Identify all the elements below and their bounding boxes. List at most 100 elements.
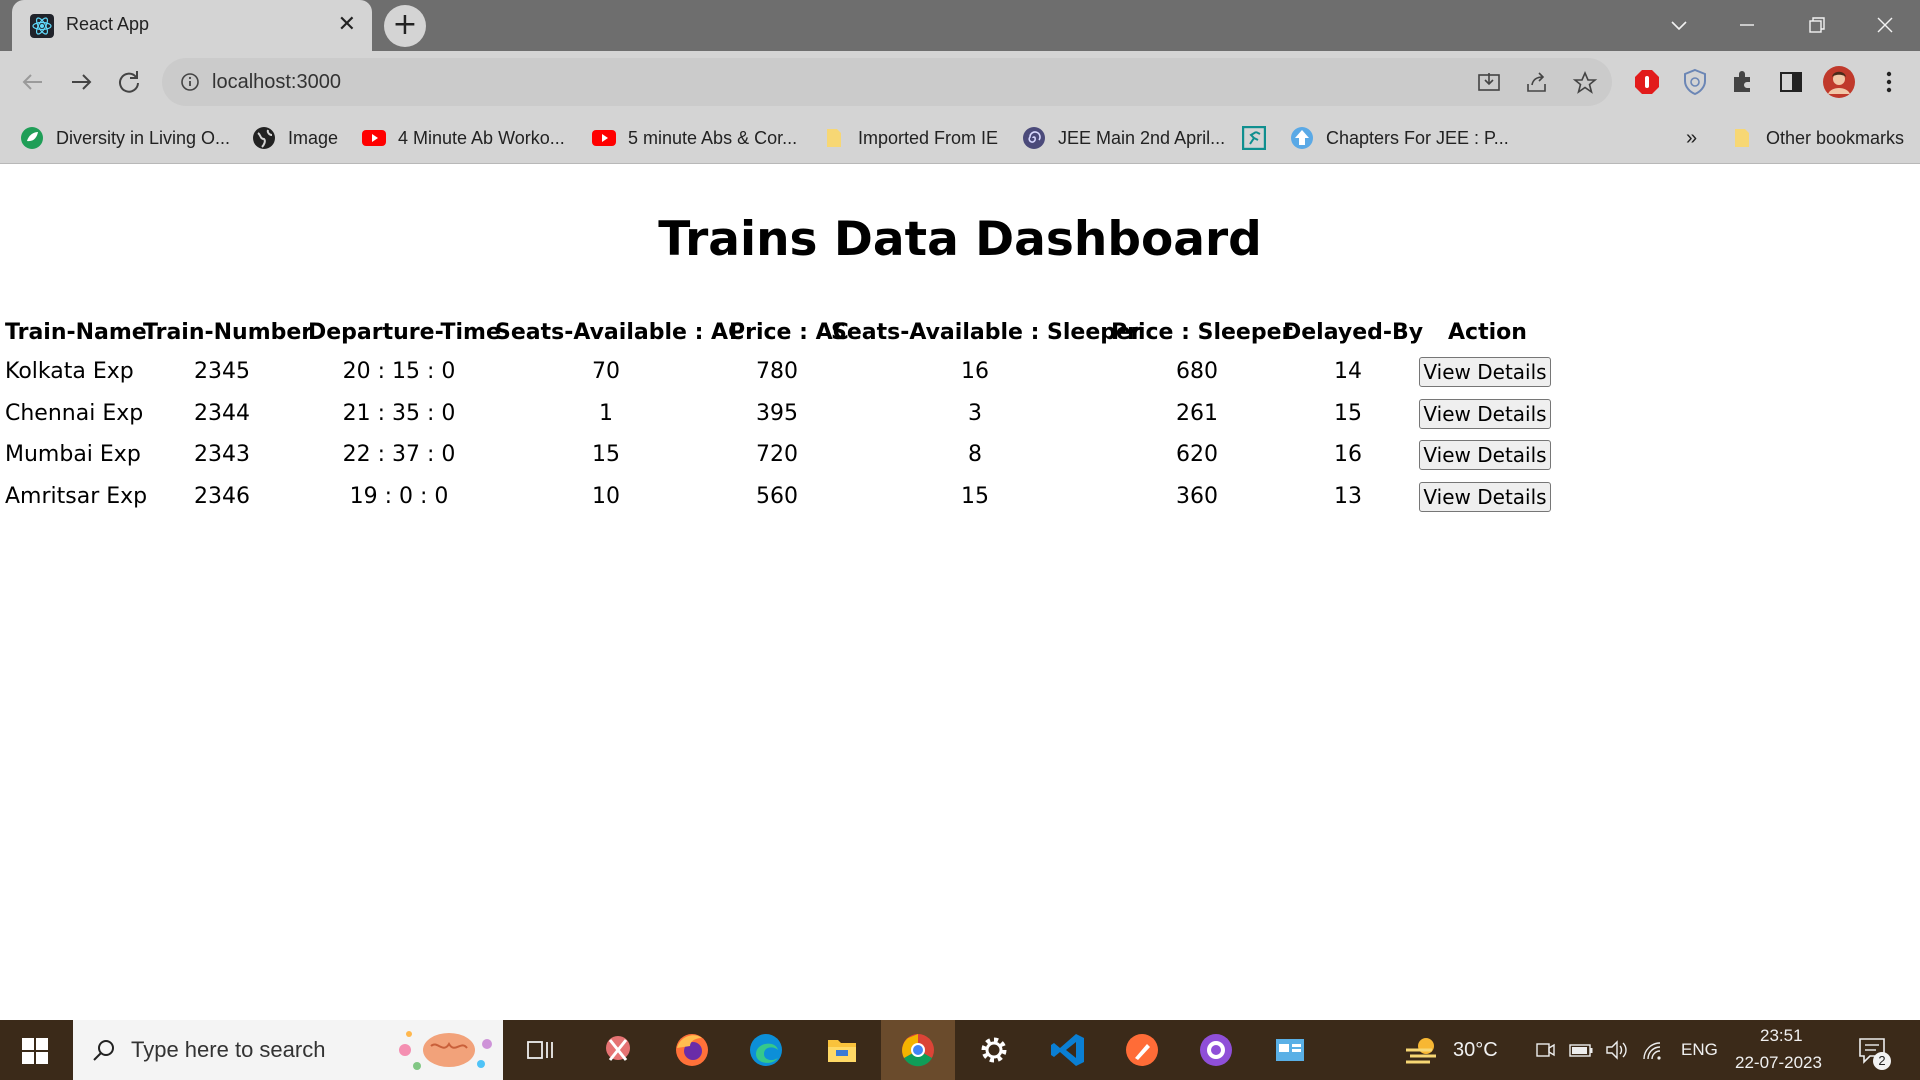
cell-price-sleeper: 261 bbox=[1176, 400, 1218, 426]
cell-seats-ac: 1 bbox=[599, 400, 613, 426]
weather-haze-icon[interactable] bbox=[1404, 1034, 1440, 1066]
github-desktop-icon[interactable] bbox=[1196, 1030, 1236, 1070]
bookmark-item[interactable]: 5 minute Abs & Cor... bbox=[592, 124, 797, 152]
cell-delayed-by: 15 bbox=[1334, 400, 1362, 426]
clock-date[interactable]: 22-07-2023 bbox=[1735, 1053, 1822, 1073]
bookmark-item[interactable]: JEE Main 2nd April... bbox=[1022, 124, 1225, 152]
cell-departure-time: 20 : 15 : 0 bbox=[342, 359, 456, 384]
header-delayed-by: Delayed-By bbox=[1283, 320, 1424, 345]
header-action: Action bbox=[1448, 320, 1527, 345]
postman-icon[interactable] bbox=[1122, 1030, 1162, 1070]
view-details-button[interactable]: View Details bbox=[1419, 440, 1551, 470]
bookmark-label: Diversity in Living O... bbox=[56, 127, 231, 148]
bookmark-item[interactable]: 4 Minute Ab Worko... bbox=[362, 124, 565, 152]
settings-gear-icon[interactable] bbox=[974, 1030, 1014, 1070]
edge-icon[interactable] bbox=[746, 1030, 786, 1070]
cell-delayed-by: 14 bbox=[1334, 359, 1362, 384]
cell-seats-ac: 10 bbox=[592, 483, 620, 509]
leaf-globe-icon bbox=[21, 127, 43, 149]
cell-train-name: Mumbai Exp bbox=[5, 442, 141, 467]
windows-start-icon[interactable] bbox=[22, 1038, 48, 1064]
page-title: Trains Data Dashboard bbox=[658, 212, 1262, 267]
input-language[interactable]: ENG bbox=[1681, 1040, 1718, 1060]
info-icon[interactable] bbox=[180, 72, 200, 92]
search-placeholder: Type here to search bbox=[131, 1037, 326, 1062]
bookmark-star-icon[interactable] bbox=[1572, 70, 1598, 96]
header-train-name: Train-Name bbox=[5, 320, 147, 345]
file-explorer-icon[interactable] bbox=[822, 1030, 862, 1070]
control-panel-icon[interactable] bbox=[1270, 1030, 1310, 1070]
cell-price-sleeper: 360 bbox=[1176, 483, 1218, 509]
cell-train-number: 2343 bbox=[194, 442, 250, 467]
close-window-icon[interactable] bbox=[1874, 14, 1896, 36]
address-bar[interactable]: localhost:3000 bbox=[162, 58, 1612, 106]
minimize-icon[interactable] bbox=[1736, 14, 1758, 36]
header-departure-time: Departure-Time bbox=[308, 320, 501, 345]
meet-now-icon[interactable] bbox=[1534, 1039, 1556, 1061]
bookmarks-overflow-button[interactable]: » bbox=[1686, 124, 1697, 152]
install-app-icon[interactable] bbox=[1476, 70, 1502, 96]
view-details-button[interactable]: View Details bbox=[1419, 481, 1551, 512]
url-text[interactable]: localhost:3000 bbox=[212, 71, 341, 94]
browser-tab-bar: React App ✕ + bbox=[0, 0, 1920, 51]
header-seats-ac: Seats-Available : AC bbox=[495, 320, 745, 345]
cell-departure-time: 22 : 37 : 0 bbox=[342, 442, 456, 467]
bookmark-label: 4 Minute Ab Worko... bbox=[398, 127, 565, 148]
tab-title: React App bbox=[66, 14, 150, 34]
cell-delayed-by: 13 bbox=[1334, 483, 1362, 509]
cell-price-ac: 560 bbox=[756, 483, 798, 509]
view-details-button[interactable]: View Details bbox=[1419, 357, 1551, 387]
adblock-extension-icon[interactable] bbox=[1632, 67, 1662, 97]
cell-price-ac: 395 bbox=[756, 400, 798, 426]
bookmark-item[interactable]: Diversity in Living O... bbox=[20, 124, 230, 152]
bookmark-label: JEE Main 2nd April... bbox=[1058, 127, 1226, 148]
browser-tab[interactable]: React App ✕ bbox=[12, 0, 372, 51]
volume-icon[interactable] bbox=[1604, 1039, 1628, 1061]
bookmark-label: Chapters For JEE : P... bbox=[1326, 127, 1509, 148]
share-icon[interactable] bbox=[1524, 70, 1550, 96]
cell-price-sleeper: 680 bbox=[1176, 359, 1218, 384]
bookmark-item[interactable]: Image bbox=[252, 124, 338, 152]
side-panel-icon[interactable] bbox=[1776, 67, 1806, 97]
wifi-icon[interactable] bbox=[1640, 1039, 1664, 1061]
snipping-tool-icon[interactable] bbox=[598, 1030, 638, 1070]
header-train-number: Train-Number bbox=[143, 320, 313, 345]
forward-icon[interactable] bbox=[66, 67, 96, 97]
cell-train-number: 2346 bbox=[194, 483, 250, 509]
other-bookmarks-folder[interactable]: Other bookmarks bbox=[1730, 124, 1904, 152]
chrome-icon[interactable] bbox=[898, 1030, 938, 1070]
cell-train-number: 2344 bbox=[194, 400, 250, 426]
weather-temperature[interactable]: 30°C bbox=[1453, 1039, 1498, 1062]
profile-avatar[interactable] bbox=[1822, 65, 1856, 99]
cell-price-sleeper: 620 bbox=[1176, 442, 1218, 467]
cell-train-number: 2345 bbox=[194, 359, 250, 384]
back-icon[interactable] bbox=[18, 67, 48, 97]
bookmark-folder[interactable]: Imported From IE bbox=[822, 124, 998, 152]
cell-seats-sleeper: 8 bbox=[968, 442, 982, 467]
chrome-menu-icon[interactable] bbox=[1874, 67, 1904, 97]
new-tab-button[interactable]: + bbox=[384, 5, 426, 47]
firefox-icon[interactable] bbox=[672, 1030, 712, 1070]
restore-icon[interactable] bbox=[1806, 14, 1828, 36]
close-tab-icon[interactable]: ✕ bbox=[338, 12, 356, 37]
taskbar-search-box[interactable]: Type here to search bbox=[73, 1020, 503, 1080]
task-view-icon[interactable] bbox=[520, 1030, 560, 1070]
reload-icon[interactable] bbox=[114, 67, 144, 97]
windows-taskbar: Type here to search 30°C ENG 23:51 22-07… bbox=[0, 1020, 1920, 1080]
other-bookmarks-label: Other bookmarks bbox=[1766, 127, 1905, 148]
shield-extension-icon[interactable] bbox=[1680, 67, 1710, 97]
youtube-icon bbox=[592, 130, 616, 146]
search-icon bbox=[93, 1040, 114, 1061]
youtube-icon bbox=[362, 130, 386, 146]
bookmark-item[interactable]: Chapters For JEE : P... bbox=[1290, 124, 1509, 152]
vscode-icon[interactable] bbox=[1048, 1030, 1088, 1070]
battery-icon[interactable] bbox=[1568, 1039, 1594, 1061]
bookmark-item[interactable] bbox=[1242, 124, 1278, 152]
folder-icon bbox=[827, 129, 841, 147]
clock-time[interactable]: 23:51 bbox=[1760, 1026, 1803, 1046]
extensions-puzzle-icon[interactable] bbox=[1728, 67, 1758, 97]
view-details-button[interactable]: View Details bbox=[1419, 398, 1551, 429]
tab-search-icon[interactable] bbox=[1668, 14, 1690, 36]
bookmark-label: 5 minute Abs & Cor... bbox=[628, 127, 798, 148]
cell-train-name: Kolkata Exp bbox=[5, 359, 134, 384]
